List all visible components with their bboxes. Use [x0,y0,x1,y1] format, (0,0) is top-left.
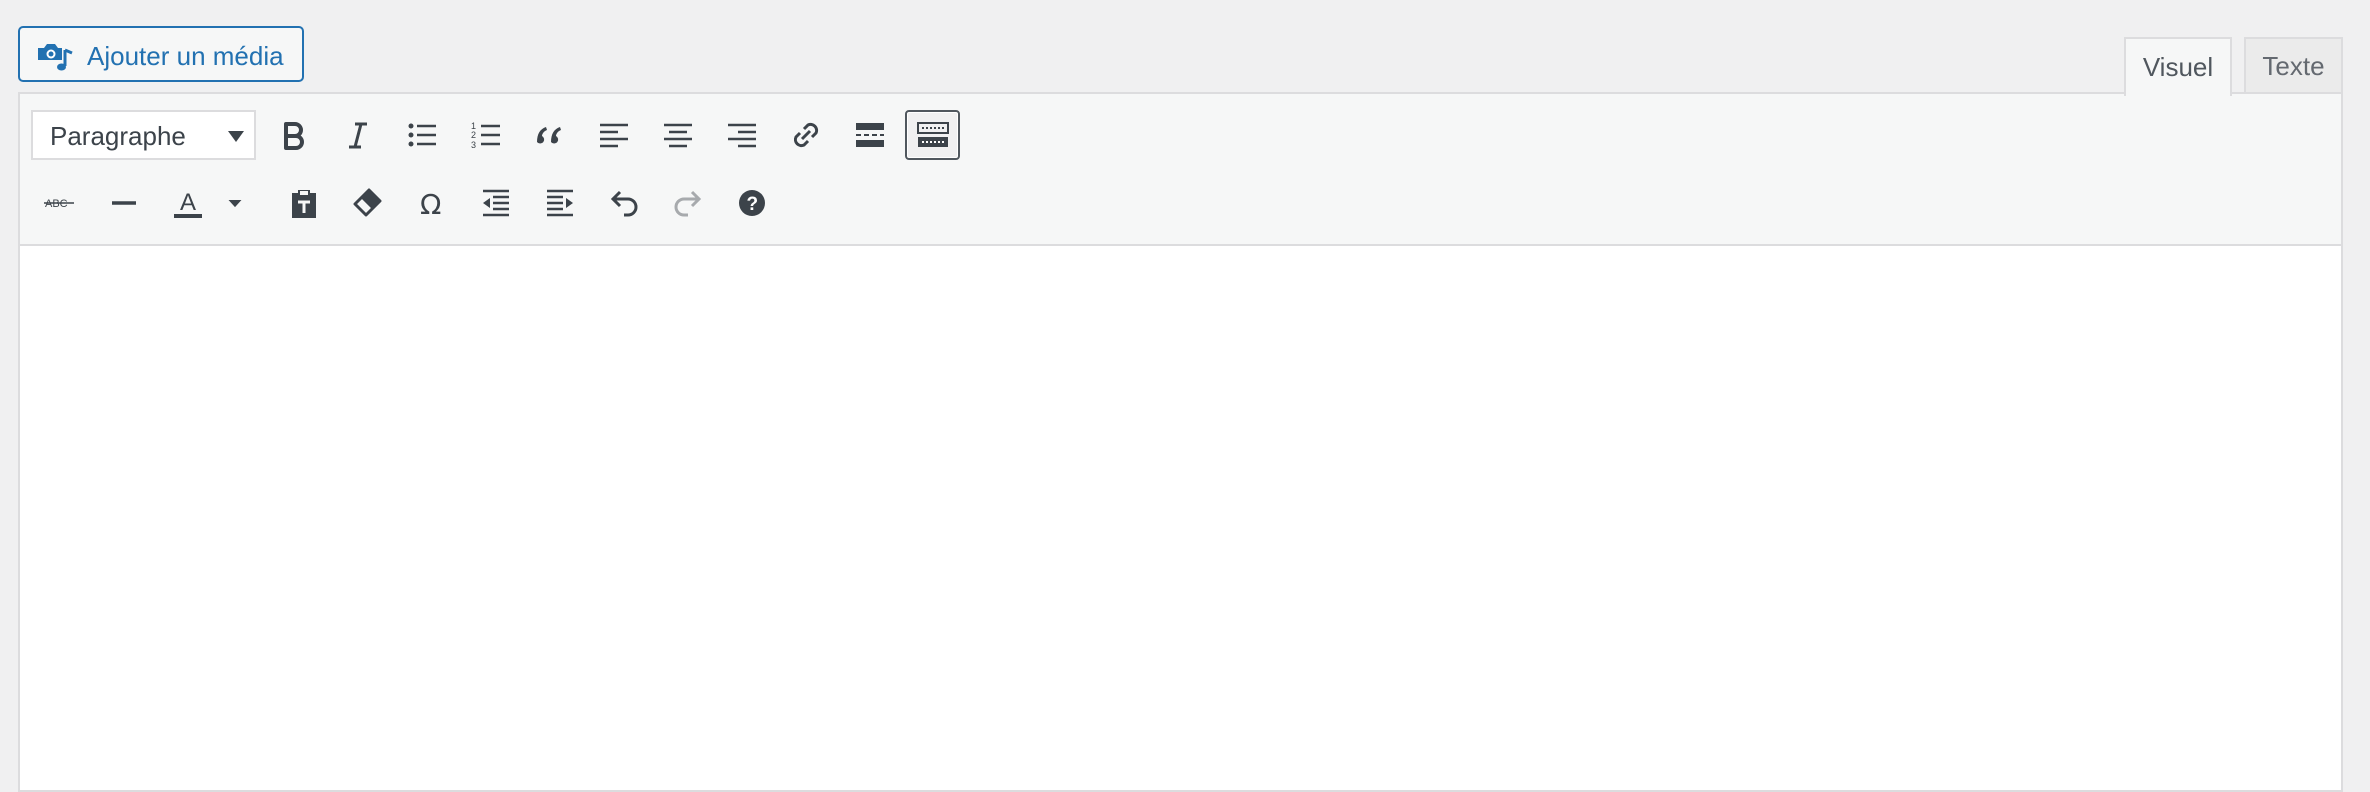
text-color-dropdown-icon [228,200,242,208]
italic-icon [349,122,367,149]
text-color-icon: A [174,189,202,218]
read-more-icon [856,123,884,147]
tab-texte-label: Texte [2262,51,2325,81]
align-center-button[interactable] [652,110,704,160]
align-right-button[interactable] [716,110,768,160]
tab-texte[interactable]: Texte [2244,37,2343,94]
indent-icon [547,189,573,217]
editor: Paragraphe 1 2 3 ABC A Ω ? [18,92,2343,792]
format-select-value: Paragraphe [50,121,186,151]
redo-icon [674,190,702,217]
align-right-icon [728,123,756,148]
editor-content-area[interactable] [20,246,2341,790]
bullet-list-icon [408,123,436,147]
read-more-button[interactable] [844,110,896,160]
outdent-icon [483,189,509,217]
outdent-button[interactable] [470,178,522,228]
numbered-list-icon: 1 2 3 [471,121,500,150]
special-character-icon: Ω [420,188,441,220]
align-left-button[interactable] [588,110,640,160]
toolbar-toggle-icon [916,122,949,147]
blockquote-button[interactable] [524,110,576,160]
strikethrough-text: ABC [45,198,68,210]
clear-formatting-button[interactable] [342,178,394,228]
undo-button[interactable] [598,178,650,228]
omega-glyph: Ω [420,188,441,220]
align-left-icon [600,123,628,148]
tab-visuel[interactable]: Visuel [2124,37,2232,96]
bold-icon [284,122,304,150]
horizontal-line-button[interactable] [98,178,150,228]
number-3: 3 [471,140,476,150]
strikethrough-button[interactable]: ABC [34,178,86,228]
indent-button[interactable] [534,178,586,228]
help-button[interactable]: ? [726,178,778,228]
paste-as-text-button[interactable] [278,178,330,228]
redo-button[interactable] [662,178,714,228]
blockquote-icon [537,127,561,144]
undo-icon [610,190,638,217]
chevron-down-icon [228,131,244,142]
numbered-list-button[interactable]: 1 2 3 [460,110,512,160]
bold-button[interactable] [268,110,320,160]
strikethrough-icon: ABC [44,198,74,210]
media-camera-music-icon [38,44,73,71]
help-glyph: ? [747,194,759,215]
text-color-dropdown-button[interactable] [220,178,250,228]
toolbar-toggle-button[interactable] [905,110,960,160]
text-color-letter: A [180,189,196,216]
align-center-icon [664,123,692,148]
link-button[interactable] [780,110,832,160]
horizontal-line-icon [112,201,136,205]
link-icon [793,122,819,148]
paste-as-text-icon [292,190,316,218]
editor-toolbar: Paragraphe 1 2 3 ABC A Ω ? [20,94,2341,246]
italic-button[interactable] [332,110,384,160]
clear-formatting-icon [353,188,382,217]
bullet-list-button[interactable] [396,110,448,160]
help-icon: ? [739,190,765,216]
add-media-label: Ajouter un média [87,41,284,71]
number-2: 2 [471,130,476,140]
special-character-button[interactable]: Ω [406,178,458,228]
text-color-button[interactable]: A [162,178,214,228]
format-select[interactable]: Paragraphe [31,110,256,160]
add-media-button[interactable]: Ajouter un média [18,26,304,82]
tab-visuel-label: Visuel [2142,52,2214,82]
